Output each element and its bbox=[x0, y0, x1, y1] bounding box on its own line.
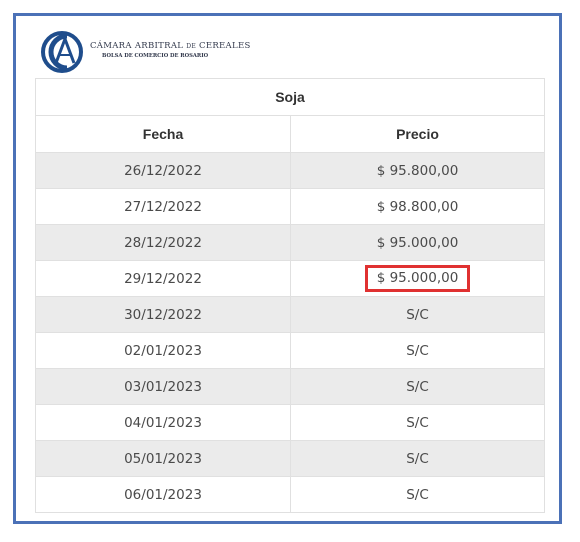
precio-cell: S/C bbox=[289, 476, 546, 513]
table-row: 06/01/2023 S/C bbox=[35, 476, 546, 513]
fecha-cell: 26/12/2022 bbox=[35, 152, 291, 189]
precio-cell: S/C bbox=[289, 440, 546, 477]
fecha-cell: 02/01/2023 bbox=[35, 332, 291, 369]
precio-cell: S/C bbox=[289, 404, 546, 441]
fecha-cell: 05/01/2023 bbox=[35, 440, 291, 477]
fecha-cell: 28/12/2022 bbox=[35, 224, 291, 261]
precio-cell: S/C bbox=[289, 296, 546, 333]
table-row: 28/12/2022 $ 95.000,00 bbox=[35, 224, 546, 261]
column-header-fecha: Fecha bbox=[35, 115, 291, 153]
precio-cell: $ 95.000,00 bbox=[289, 224, 546, 261]
column-header-precio: Precio bbox=[289, 115, 546, 153]
fecha-cell: 27/12/2022 bbox=[35, 188, 291, 225]
logo-name-part1: CÁMARA ARBITRAL bbox=[90, 41, 184, 51]
fecha-cell: 04/01/2023 bbox=[35, 404, 291, 441]
table-title: Soja bbox=[34, 78, 546, 116]
logo-name-de: DE bbox=[186, 43, 197, 50]
table-row: 26/12/2022 $ 95.800,00 bbox=[35, 152, 546, 189]
fecha-cell: 03/01/2023 bbox=[35, 368, 291, 405]
fecha-cell: 30/12/2022 bbox=[35, 296, 291, 333]
table-row: 05/01/2023 S/C bbox=[35, 440, 546, 477]
table-row: 04/01/2023 S/C bbox=[35, 404, 546, 441]
precio-cell: $ 98.800,00 bbox=[289, 188, 546, 225]
fecha-cell: 06/01/2023 bbox=[35, 476, 291, 513]
precio-cell-highlighted: $ 95.000,00 bbox=[289, 260, 546, 297]
precio-cell: S/C bbox=[289, 368, 546, 405]
precio-cell: $ 95.800,00 bbox=[289, 152, 546, 189]
table-row: 03/01/2023 S/C bbox=[35, 368, 546, 405]
logo-name-part2: CEREALES bbox=[199, 41, 251, 51]
table-row: 02/01/2023 S/C bbox=[35, 332, 546, 369]
table-row: 30/12/2022 S/C bbox=[35, 296, 546, 333]
highlight-box: $ 95.000,00 bbox=[364, 264, 471, 293]
logo-emblem-icon bbox=[41, 31, 83, 73]
fecha-cell: 29/12/2022 bbox=[35, 260, 291, 297]
precio-cell: S/C bbox=[289, 332, 546, 369]
logo-subtitle: BOLSA DE COMERCIO DE ROSARIO bbox=[102, 52, 209, 59]
table-row: 27/12/2022 $ 98.800,00 bbox=[35, 188, 546, 225]
table-row: 29/12/2022 $ 95.000,00 bbox=[35, 260, 546, 297]
camara-arbitral-logo: CÁMARA ARBITRAL DE CEREALES BOLSA DE COM… bbox=[40, 30, 250, 74]
soja-price-table: Soja Fecha Precio 26/12/2022 $ 95.800,00… bbox=[34, 78, 546, 513]
